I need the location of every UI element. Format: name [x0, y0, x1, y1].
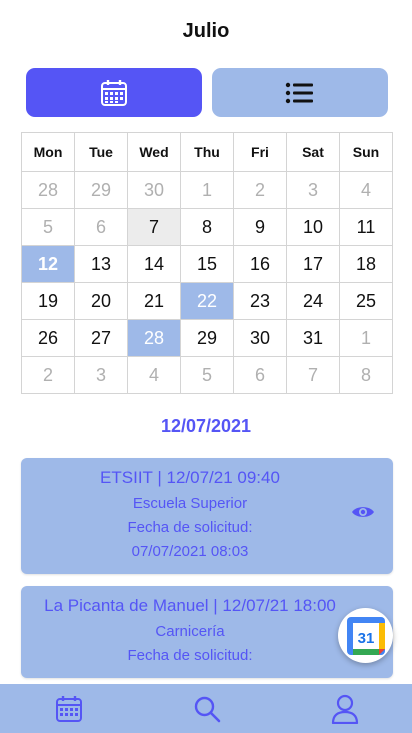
- list-icon: [285, 82, 313, 103]
- calendar-week-row: 12 13 14 15 16 17 18: [21, 245, 393, 283]
- search-icon: [194, 696, 221, 722]
- weekday-label: Thu: [180, 132, 234, 172]
- appointment-place: Carnicería: [155, 623, 225, 640]
- calendar-day-marked[interactable]: 28: [127, 319, 181, 357]
- request-date-value: 07/07/2021 08:03: [131, 543, 249, 560]
- calendar-week-row: 26 27 28 29 30 31 1: [21, 319, 393, 357]
- calendar-day[interactable]: 8: [180, 208, 234, 246]
- calendar-day[interactable]: 25: [339, 282, 393, 320]
- calendar-day[interactable]: 4: [339, 171, 393, 209]
- calendar-day[interactable]: 17: [286, 245, 340, 283]
- calendar-day[interactable]: 29: [180, 319, 234, 357]
- calendar-day[interactable]: 5: [180, 356, 234, 394]
- calendar-day[interactable]: 13: [74, 245, 128, 283]
- calendar-day[interactable]: 9: [233, 208, 287, 246]
- app-screen: Julio Mon Tue Wed Thu Fri Sat Sun 28 29 …: [0, 0, 412, 733]
- request-date-label: Fecha de solicitud:: [127, 519, 253, 536]
- view-toggle: [26, 68, 388, 117]
- appointment-list: ETSIIT | 12/07/21 09:40 Escuela Superior…: [21, 458, 393, 690]
- calendar-day[interactable]: 14: [127, 245, 181, 283]
- calendar-day[interactable]: 3: [74, 356, 128, 394]
- calendar-week-row: 19 20 21 22 23 24 25: [21, 282, 393, 320]
- weekday-label: Fri: [233, 132, 287, 172]
- calendar-day[interactable]: 7: [286, 356, 340, 394]
- calendar-day[interactable]: 19: [21, 282, 75, 320]
- eye-icon[interactable]: [351, 504, 375, 520]
- calendar-day[interactable]: 20: [74, 282, 128, 320]
- weekday-header-row: Mon Tue Wed Thu Fri Sat Sun: [21, 132, 393, 172]
- google-calendar-button[interactable]: 31: [338, 608, 393, 663]
- user-icon: [331, 694, 359, 724]
- calendar-day-marked[interactable]: 22: [180, 282, 234, 320]
- nav-calendar[interactable]: [29, 684, 109, 733]
- appointment-place: Escuela Superior: [132, 495, 248, 512]
- weekday-label: Mon: [21, 132, 75, 172]
- calendar-day[interactable]: 5: [21, 208, 75, 246]
- calendar-day[interactable]: 1: [180, 171, 234, 209]
- calendar-view-button[interactable]: [26, 68, 202, 117]
- appointment-title: La Picanta de Manuel | 12/07/21 18:00: [44, 596, 336, 615]
- calendar-day[interactable]: 30: [127, 171, 181, 209]
- calendar-day[interactable]: 6: [233, 356, 287, 394]
- calendar-day[interactable]: 28: [21, 171, 75, 209]
- selected-date-label: 12/07/2021: [160, 416, 252, 436]
- calendar-day[interactable]: 2: [21, 356, 75, 394]
- calendar-day[interactable]: 16: [233, 245, 287, 283]
- calendar-day[interactable]: 6: [74, 208, 128, 246]
- request-date-label: Fecha de solicitud:: [127, 647, 253, 664]
- calendar-day[interactable]: 26: [21, 319, 75, 357]
- calendar-day[interactable]: 8: [339, 356, 393, 394]
- google-calendar-icon: 31: [346, 616, 385, 655]
- nav-profile[interactable]: [305, 684, 385, 733]
- calendar-day[interactable]: 15: [180, 245, 234, 283]
- weekday-label: Wed: [127, 132, 181, 172]
- calendar-day[interactable]: 31: [286, 319, 340, 357]
- calendar-week-row: 28 29 30 1 2 3 4: [21, 171, 393, 209]
- bottom-navigation: [0, 684, 412, 733]
- calendar-week-row: 2 3 4 5 6 7 8: [21, 356, 393, 394]
- list-view-button[interactable]: [212, 68, 388, 117]
- calendar-day-today[interactable]: 7: [127, 208, 181, 246]
- month-title: Julio: [182, 20, 230, 42]
- weekday-label: Sat: [286, 132, 340, 172]
- calendar-day[interactable]: 29: [74, 171, 128, 209]
- calendar-icon: [101, 79, 127, 106]
- calendar-day[interactable]: 21: [127, 282, 181, 320]
- calendar-day[interactable]: 1: [339, 319, 393, 357]
- calendar-day[interactable]: 3: [286, 171, 340, 209]
- calendar-day-selected[interactable]: 12: [21, 245, 75, 283]
- calendar-week-row: 5 6 7 8 9 10 11: [21, 208, 393, 246]
- calendar-icon: [56, 695, 82, 722]
- calendar-day[interactable]: 24: [286, 282, 340, 320]
- appointment-title: ETSIIT | 12/07/21 09:40: [100, 468, 280, 487]
- calendar-day[interactable]: 27: [74, 319, 128, 357]
- calendar-day[interactable]: 2: [233, 171, 287, 209]
- calendar-day[interactable]: 18: [339, 245, 393, 283]
- calendar-day[interactable]: 11: [339, 208, 393, 246]
- month-calendar: Mon Tue Wed Thu Fri Sat Sun 28 29 30 1 2…: [21, 132, 393, 394]
- weekday-label: Tue: [74, 132, 128, 172]
- appointment-card[interactable]: ETSIIT | 12/07/21 09:40 Escuela Superior…: [21, 458, 393, 574]
- calendar-day[interactable]: 10: [286, 208, 340, 246]
- weekday-label: Sun: [339, 132, 393, 172]
- nav-search[interactable]: [167, 684, 247, 733]
- calendar-day[interactable]: 30: [233, 319, 287, 357]
- calendar-day[interactable]: 4: [127, 356, 181, 394]
- calendar-day[interactable]: 23: [233, 282, 287, 320]
- google-calendar-day: 31: [357, 630, 374, 647]
